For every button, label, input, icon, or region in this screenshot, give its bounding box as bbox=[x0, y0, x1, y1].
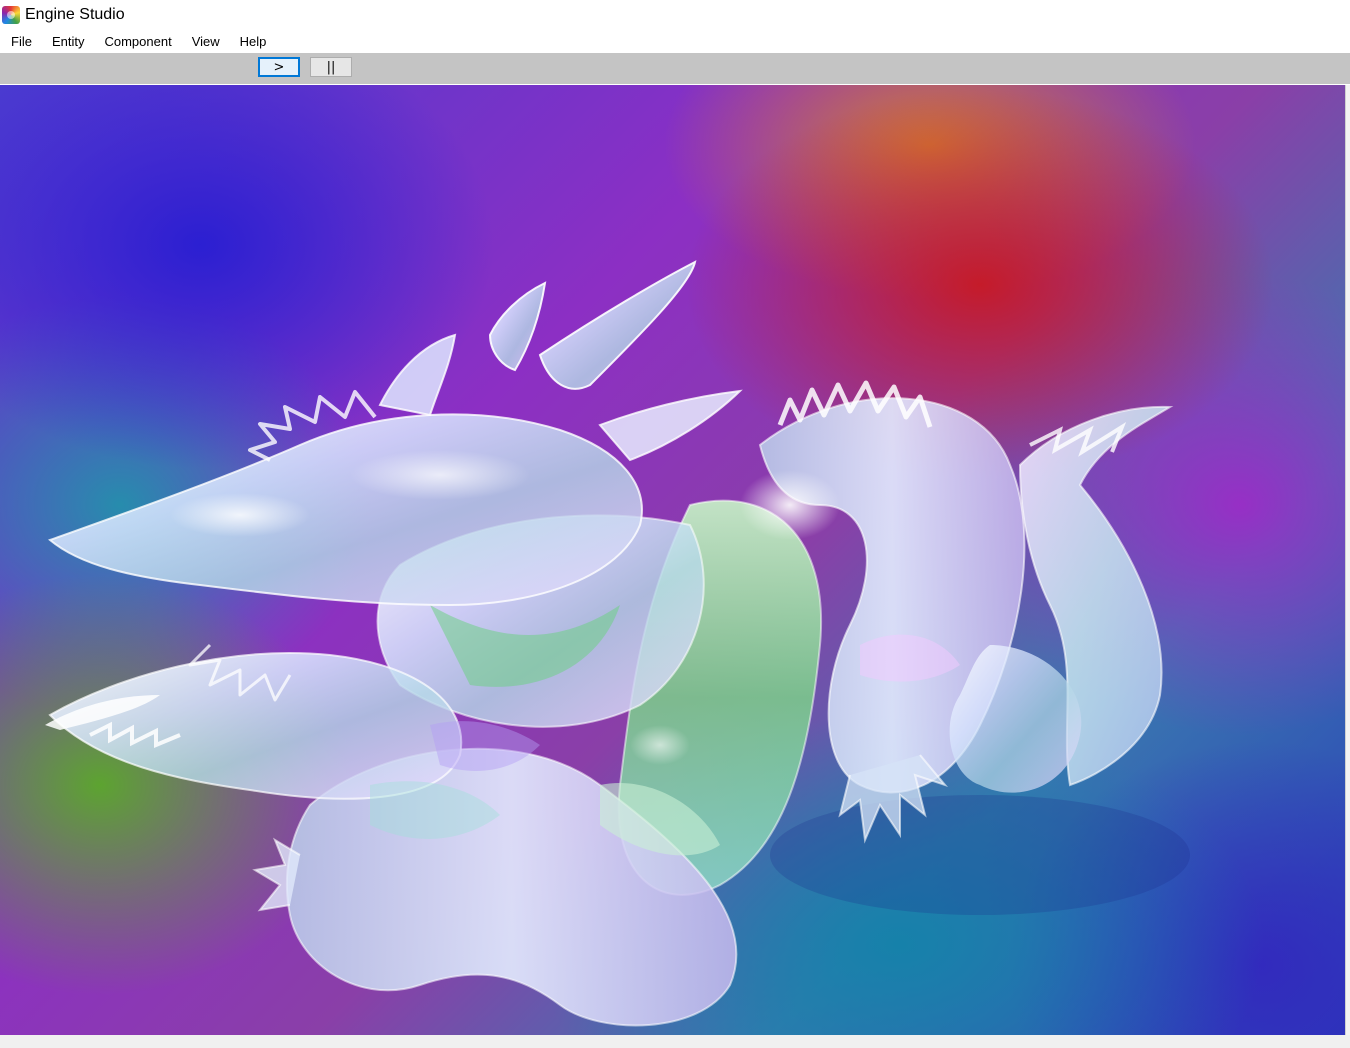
pause-button[interactable]: || bbox=[310, 57, 352, 77]
play-icon: > bbox=[273, 59, 285, 75]
status-strip bbox=[0, 1035, 1350, 1048]
menu-view[interactable]: View bbox=[182, 30, 230, 53]
scene-viewport[interactable] bbox=[0, 85, 1345, 1035]
viewport-edge bbox=[1345, 85, 1350, 1035]
dragon-render-image bbox=[45, 260, 1190, 1027]
play-button[interactable]: > bbox=[258, 57, 300, 77]
menu-file[interactable]: File bbox=[0, 30, 42, 53]
menu-entity[interactable]: Entity bbox=[42, 30, 95, 53]
engine-studio-window: Engine Studio File Entity Component View… bbox=[0, 0, 1350, 1048]
app-logo-icon bbox=[2, 6, 20, 24]
menu-bar: File Entity Component View Help bbox=[0, 30, 1350, 53]
toolbar: > || bbox=[0, 53, 1350, 84]
window-title: Engine Studio bbox=[25, 6, 125, 23]
menu-component[interactable]: Component bbox=[94, 30, 181, 53]
menu-help[interactable]: Help bbox=[230, 30, 277, 53]
pause-icon: || bbox=[326, 59, 336, 75]
title-bar: Engine Studio bbox=[0, 0, 1350, 30]
